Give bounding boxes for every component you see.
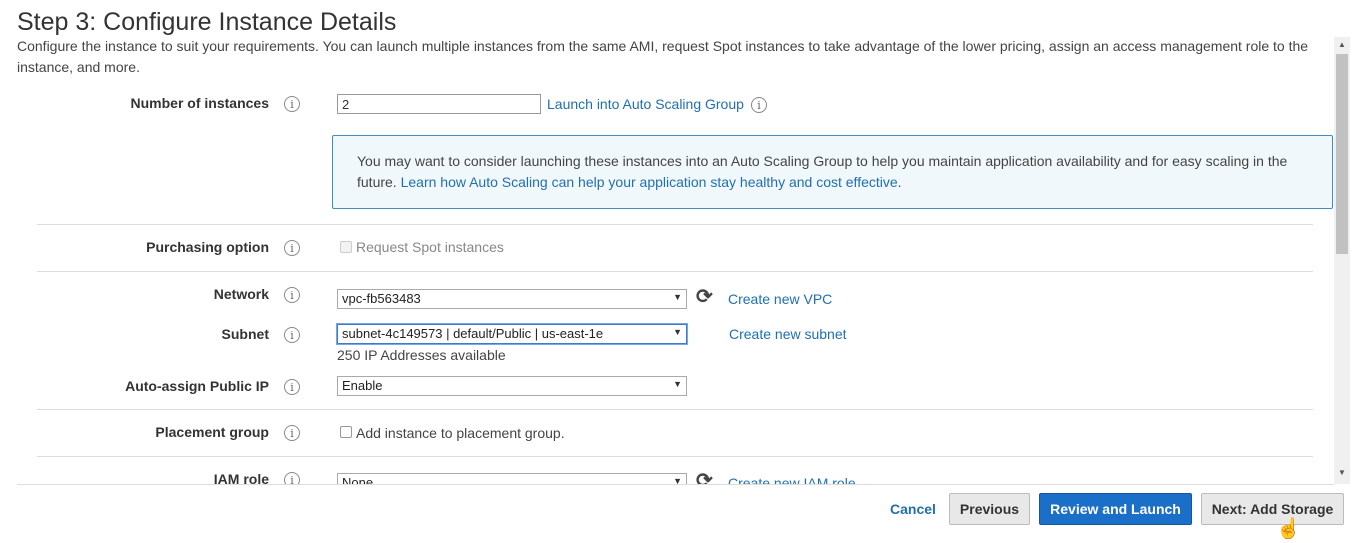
scroll-down-icon[interactable]: ▼	[1338, 468, 1346, 477]
learn-auto-scaling-link[interactable]: Learn how Auto Scaling can help your app…	[401, 174, 898, 190]
create-vpc-link[interactable]: Create new VPC	[728, 291, 832, 307]
info-icon[interactable]: i	[284, 425, 300, 441]
placement-group-checkbox[interactable]	[340, 426, 352, 438]
scroll-thumb[interactable]	[1336, 54, 1348, 254]
divider	[37, 409, 1313, 410]
purchasing-option-label: Purchasing option	[146, 239, 269, 255]
network-label: Network	[213, 286, 269, 302]
hand-cursor-icon: ☝	[1276, 518, 1301, 540]
subnet-label: Subnet	[221, 326, 269, 342]
form-scroll-region[interactable]: Number of instances i Launch into Auto S…	[0, 84, 1334, 484]
page-title: Step 3: Configure Instance Details	[17, 8, 397, 36]
refresh-icon[interactable]: ⟳	[696, 287, 713, 307]
divider	[37, 224, 1313, 225]
number-of-instances-label: Number of instances	[130, 95, 269, 111]
previous-button[interactable]: Previous	[949, 493, 1030, 525]
network-select[interactable]: vpc-fb563483 ▼	[337, 289, 687, 309]
info-icon[interactable]: i	[284, 327, 300, 343]
info-icon[interactable]: i	[284, 287, 300, 303]
scroll-up-icon[interactable]: ▲	[1338, 40, 1346, 49]
refresh-icon[interactable]: ⟳	[696, 471, 713, 484]
ip-addresses-available: 250 IP Addresses available	[337, 347, 506, 363]
info-icon[interactable]: i	[284, 240, 300, 256]
page-description: Configure the instance to suit your requ…	[17, 38, 1309, 75]
next-add-storage-button[interactable]: Next: Add Storage	[1201, 493, 1344, 525]
iam-role-select[interactable]: None ▼	[337, 473, 687, 484]
network-value: vpc-fb563483	[342, 291, 421, 306]
chevron-down-icon: ▼	[673, 379, 682, 389]
placement-group-checkbox-label: Add instance to placement group.	[356, 425, 565, 441]
iam-role-value: None	[342, 475, 374, 484]
divider	[37, 456, 1313, 457]
chevron-down-icon: ▼	[673, 292, 682, 302]
auto-assign-ip-select[interactable]: Enable ▼	[337, 376, 687, 396]
create-iam-role-link[interactable]: Create new IAM role	[728, 475, 856, 484]
info-icon[interactable]: i	[284, 472, 300, 484]
placement-group-label: Placement group	[155, 424, 269, 440]
auto-assign-ip-value: Enable	[342, 378, 383, 393]
divider	[37, 271, 1313, 272]
spot-instances-checkbox	[340, 241, 352, 253]
chevron-down-icon: ▼	[673, 476, 682, 484]
iam-role-label: IAM role	[213, 471, 269, 484]
subnet-value: subnet-4c149573 | default/Public | us-ea…	[342, 326, 604, 341]
footer-divider	[17, 484, 1334, 485]
review-and-launch-button[interactable]: Review and Launch	[1039, 493, 1192, 525]
asg-notice: You may want to consider launching these…	[332, 135, 1333, 209]
auto-assign-ip-label: Auto-assign Public IP	[125, 378, 269, 394]
create-subnet-link[interactable]: Create new subnet	[729, 326, 847, 342]
spot-instances-label: Request Spot instances	[356, 239, 504, 255]
chevron-down-icon: ▼	[673, 327, 682, 337]
info-icon[interactable]: i	[751, 97, 767, 113]
info-icon[interactable]: i	[284, 96, 300, 112]
subnet-select[interactable]: subnet-4c149573 | default/Public | us-ea…	[337, 324, 687, 344]
launch-asg-link[interactable]: Launch into Auto Scaling Group	[547, 96, 744, 112]
asg-notice-period: .	[897, 174, 902, 190]
cancel-button[interactable]: Cancel	[890, 501, 936, 517]
info-icon[interactable]: i	[284, 379, 300, 395]
number-of-instances-input[interactable]	[337, 94, 541, 114]
